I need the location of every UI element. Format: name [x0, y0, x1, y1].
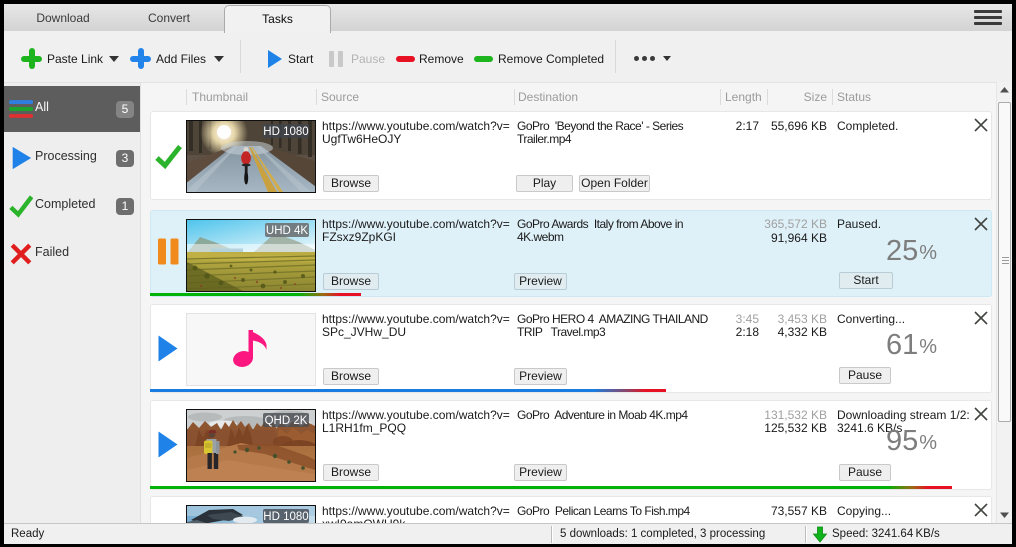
- svg-text:HD 1080: HD 1080: [263, 511, 308, 523]
- svg-text:UHD 4K: UHD 4K: [266, 225, 309, 237]
- svg-text:HD 1080: HD 1080: [263, 126, 308, 138]
- svg-text:QHD 2K: QHD 2K: [265, 415, 308, 427]
